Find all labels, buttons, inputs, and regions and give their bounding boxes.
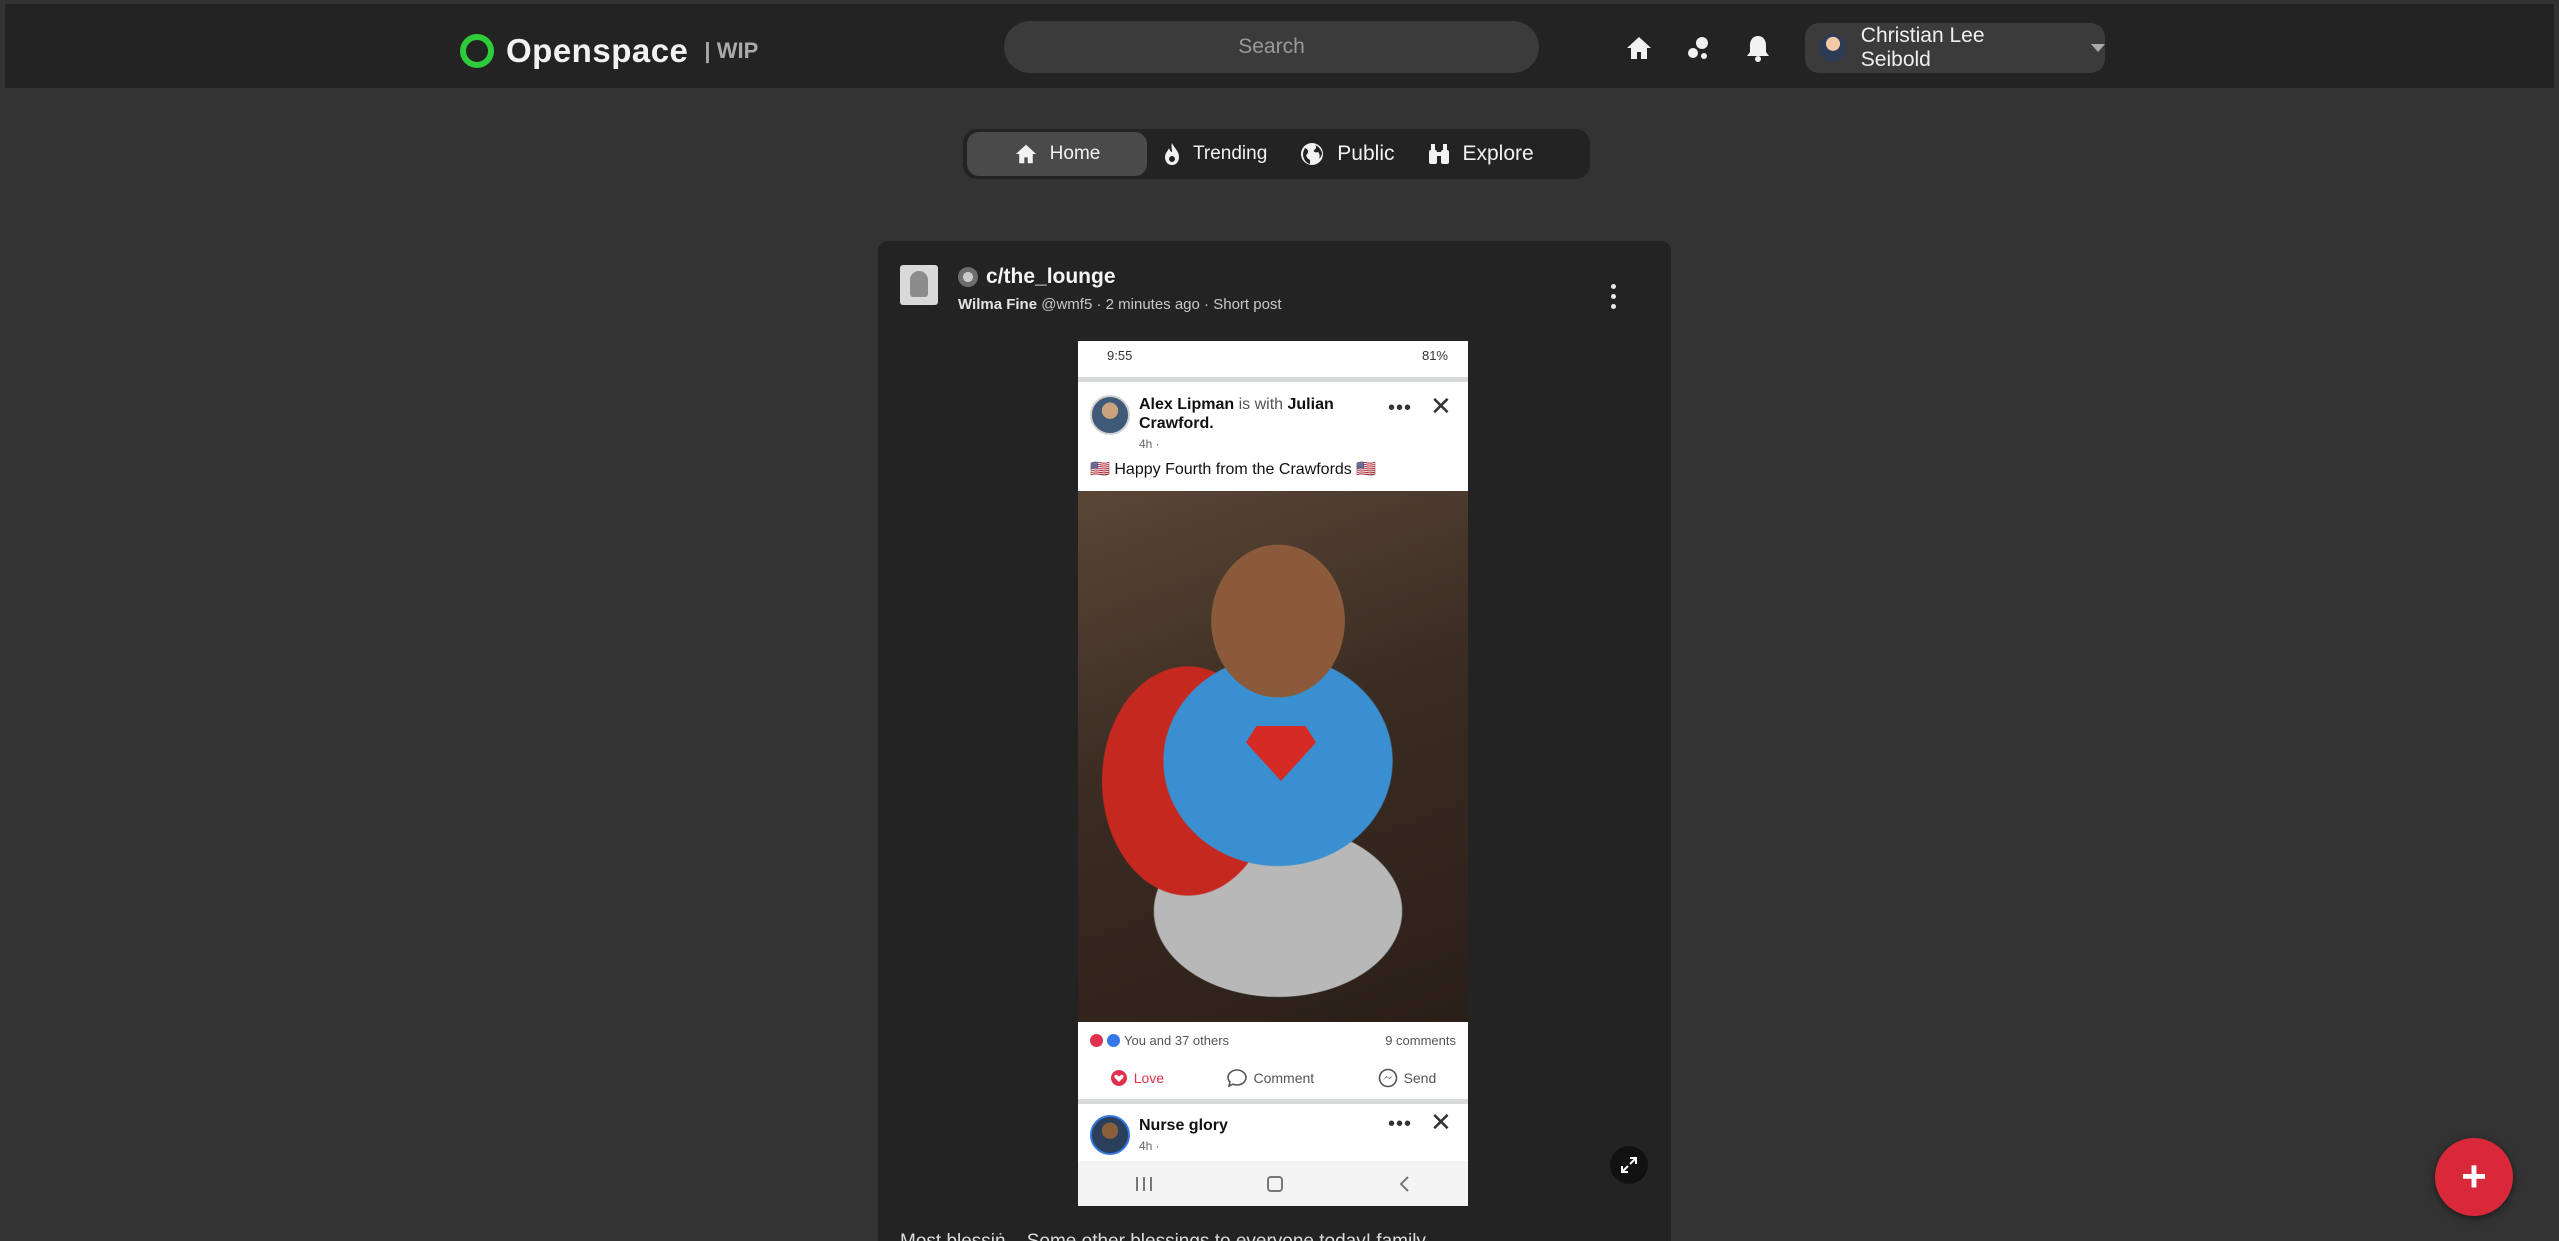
embedded-post-time: 4h ·: [1139, 437, 1160, 451]
kebab-dot: [1610, 293, 1616, 299]
recents-icon: [1135, 1176, 1152, 1191]
love-action: Love: [1110, 1069, 1164, 1087]
more-dots-icon: •••: [1388, 397, 1413, 419]
community-name: c/the_lounge: [986, 265, 1116, 288]
app-tag: | WIP: [704, 38, 759, 63]
send-action: Send: [1378, 1068, 1437, 1088]
author-handle[interactable]: @wmf5: [1041, 296, 1092, 313]
embedded-with-text: is with: [1238, 396, 1284, 413]
author-name[interactable]: Wilma Fine: [958, 296, 1037, 313]
post-body-text: Most blessiṅ... Some other blessings to …: [900, 1231, 1426, 1241]
tab-explore[interactable]: Explore: [1411, 132, 1550, 176]
expand-image-button[interactable]: [1610, 1146, 1648, 1184]
user-menu-button[interactable]: Christian Lee Seibold: [1805, 23, 2105, 73]
app-name: Openspace: [506, 32, 689, 69]
comment-action: Comment: [1227, 1069, 1314, 1087]
logo-ring-icon: [460, 34, 494, 68]
back-icon: [1399, 1175, 1410, 1192]
user-avatar: [1819, 34, 1847, 62]
second-author-name: Nurse glory: [1139, 1117, 1228, 1134]
create-post-button[interactable]: +: [2435, 1138, 2513, 1216]
community-link[interactable]: c/the_lounge: [958, 265, 1116, 289]
phone-status-bar: 9:55 81%: [1078, 341, 1468, 367]
close-icon: ✕: [1430, 391, 1452, 421]
comments-count: 9 comments: [1385, 1033, 1456, 1048]
like-reaction-icon: [1107, 1034, 1120, 1047]
battery-level: 81%: [1421, 348, 1448, 363]
love-label: Love: [1133, 1070, 1165, 1086]
second-author-avatar: [1090, 1115, 1130, 1155]
post-card: c/the_lounge Wilma Fine @wmf5 · 2 minute…: [878, 241, 1671, 1241]
top-navbar: Openspace | WIP Christian Lee Seibold: [5, 4, 2554, 88]
reactions-text: You and 37 others: [1124, 1033, 1230, 1048]
kebab-dot: [1610, 283, 1616, 289]
author-avatar[interactable]: [900, 265, 938, 305]
comment-bubble-icon: [1227, 1069, 1248, 1087]
status-time: 9:55: [1107, 348, 1133, 363]
tab-trending-label: Trending: [1193, 143, 1268, 164]
home-icon: [1627, 37, 1651, 59]
feed-tabs: Home Trending Public Explore: [963, 129, 1590, 179]
chevron-down-icon: [2091, 44, 2105, 52]
search-input[interactable]: [1004, 21, 1539, 73]
meta-separator: ·: [1096, 296, 1102, 313]
flame-icon: [1165, 143, 1179, 165]
user-name: Christian Lee Seibold: [1860, 24, 1985, 71]
embedded-author-name: Alex Lipman: [1139, 396, 1235, 413]
kebab-dot: [1610, 303, 1616, 309]
post-time: 2 minutes ago: [1105, 296, 1200, 313]
embedded-author-avatar: [1090, 395, 1130, 435]
expand-icon: [1621, 1157, 1637, 1173]
bubbles-icon: [1688, 37, 1708, 59]
tab-trending[interactable]: Trending: [1147, 132, 1283, 176]
android-nav-bar: [1078, 1161, 1468, 1206]
meta-separator: ·: [1204, 296, 1210, 313]
tab-home[interactable]: Home: [967, 132, 1147, 176]
embedded-actions: Love Comment Send: [1078, 1057, 1468, 1099]
superman-shield-icon: [1246, 726, 1316, 781]
globe-icon: [1301, 143, 1324, 165]
comment-label: Comment: [1253, 1070, 1315, 1086]
post-options-button[interactable]: [1603, 281, 1623, 311]
home-button-icon: [1266, 1175, 1283, 1192]
bubbles-button[interactable]: [1683, 32, 1715, 64]
binoculars-icon: [1428, 144, 1449, 164]
plus-icon: +: [2461, 1152, 2487, 1201]
love-reaction-icon: [1090, 1034, 1103, 1047]
reactions-row: You and 37 others 9 comments: [1078, 1023, 1468, 1057]
more-dots-icon: •••: [1388, 1113, 1413, 1135]
post-meta: Wilma Fine @wmf5 · 2 minutes ago · Short…: [958, 296, 1282, 313]
bell-icon: [1747, 36, 1769, 62]
community-icon: [958, 267, 978, 287]
home-nav-button[interactable]: [1623, 32, 1655, 64]
home-icon: [1015, 144, 1036, 164]
messenger-icon: [1378, 1068, 1397, 1088]
embedded-author: Alex Lipman is with Julian Crawford.: [1139, 395, 1359, 433]
second-post-time: 4h ·: [1139, 1139, 1160, 1153]
tab-home-label: Home: [1049, 143, 1101, 164]
divider: [1078, 1099, 1468, 1104]
embedded-caption: 🇺🇸 Happy Fourth from the Crawfords 🇺🇸: [1090, 461, 1377, 478]
notifications-button[interactable]: [1742, 32, 1774, 64]
tab-public[interactable]: Public: [1283, 132, 1410, 176]
divider: [1078, 377, 1468, 382]
tab-public-label: Public: [1337, 142, 1395, 165]
heart-icon: [1110, 1070, 1127, 1086]
post-type: Short post: [1213, 296, 1282, 313]
app-logo[interactable]: Openspace | WIP: [460, 32, 758, 70]
tab-explore-label: Explore: [1462, 142, 1534, 165]
baby-photo: [1078, 491, 1468, 1022]
close-icon: ✕: [1430, 1107, 1452, 1137]
send-label: Send: [1403, 1070, 1437, 1086]
post-image[interactable]: 9:55 81% Alex Lipman is with Julian Craw…: [1078, 341, 1468, 1206]
